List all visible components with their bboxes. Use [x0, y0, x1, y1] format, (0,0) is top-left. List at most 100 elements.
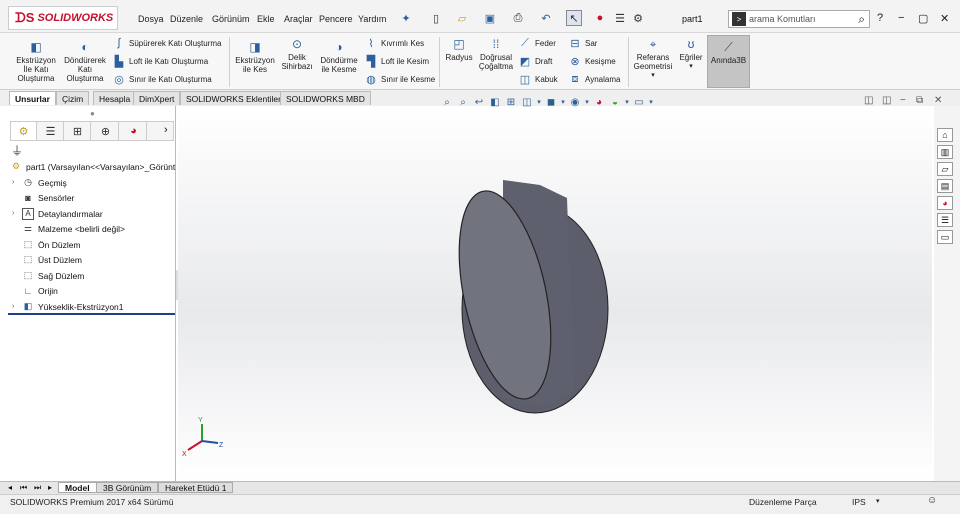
view-palette-icon[interactable]: ▤ [937, 179, 953, 193]
dropdown-arrow-icon[interactable]: ▾ [536, 95, 542, 109]
minimize-icon[interactable]: − [898, 12, 904, 24]
search-input[interactable]: arama Komutları [749, 14, 858, 24]
select-icon[interactable]: ↖ [566, 10, 582, 26]
expand-arrow-icon[interactable]: › [12, 210, 22, 217]
tab-addins[interactable]: SOLIDWORKS Eklentileri [180, 91, 289, 105]
tile-right-icon[interactable]: ◫ [882, 95, 891, 106]
file-explorer-icon[interactable]: ▱ [937, 162, 953, 176]
tree-item-top-plane[interactable]: ⬚ Üst Düzlem [12, 252, 82, 267]
dropdown-arrow-icon[interactable]: ▾ [584, 95, 590, 109]
file-properties-icon[interactable]: ☰ [612, 10, 628, 26]
previous-view-icon[interactable]: ↩ [472, 95, 486, 109]
display-manager-tab-icon[interactable]: ◕ [121, 122, 147, 140]
mirror-button[interactable]: ⧈ Aynalama [568, 71, 621, 87]
apply-scene-icon[interactable]: ◒ [608, 95, 622, 109]
extrude-cut-button[interactable]: ◨ Ekstrüzyon ile Kes [234, 40, 276, 75]
scroll-left-icon[interactable]: ◂ [8, 483, 12, 492]
menu-file[interactable]: Dosya [138, 14, 164, 24]
property-manager-tab-icon[interactable]: ☰ [38, 122, 64, 140]
options-icon[interactable]: ⚙ [630, 10, 646, 26]
menu-window[interactable]: Pencere [319, 14, 353, 24]
section-view-icon[interactable]: ◧ [488, 95, 502, 109]
configuration-manager-tab-icon[interactable]: ⊞ [65, 122, 91, 140]
revolve-boss-button[interactable]: ◐ Döndürerek Katı Oluşturma [62, 40, 108, 84]
intersect-button[interactable]: ⊗ Kesişme [568, 53, 615, 69]
menu-tools[interactable]: Araçlar [284, 14, 313, 24]
panel-expand-icon[interactable]: › [164, 124, 168, 136]
save-icon[interactable]: ▣ [482, 10, 498, 26]
command-search[interactable]: > arama Komutları ⌕ [728, 10, 870, 28]
scroll-right-icon[interactable]: ▸ [48, 483, 52, 492]
search-icon[interactable]: ⌕ [858, 12, 865, 27]
design-library-icon[interactable]: ▥ [937, 145, 953, 159]
tree-item-annotations[interactable]: › A Detaylandırmalar [12, 206, 103, 221]
hole-wizard-button[interactable]: ⊙ Delik Sihirbazı [278, 37, 316, 72]
wrap-button[interactable]: ⊟ Sar [568, 35, 597, 51]
scroll-last-icon[interactable]: ⏭ [34, 483, 41, 493]
tree-item-front-plane[interactable]: ⬚ Ön Düzlem [12, 237, 81, 252]
print-icon[interactable]: ⎙ [510, 10, 526, 26]
tree-item-material[interactable]: ⚌ Malzeme <belirli değil> [12, 221, 125, 236]
boundary-cut-button[interactable]: ◍ Sınır ile Kesme [364, 71, 435, 87]
units-dropdown-icon[interactable]: ▾ [876, 497, 880, 505]
expand-arrow-icon[interactable]: › [12, 179, 22, 186]
tile-left-icon[interactable]: ◫ [864, 95, 873, 106]
dropdown-arrow-icon[interactable]: ▾ [648, 95, 654, 109]
rebuild-icon[interactable]: ● [592, 10, 608, 26]
home-icon[interactable]: ⌂ [937, 128, 953, 142]
tree-item-origin[interactable]: ∟ Orijin [12, 283, 58, 298]
view-settings-icon[interactable]: ▭ [632, 95, 646, 109]
viewport-restore-icon[interactable]: ⧉ [916, 95, 923, 106]
zoom-to-area-icon[interactable]: ⌕ [456, 95, 470, 109]
reference-geometry-button[interactable]: ⌖ Referans Geometrisi ▾ [631, 37, 675, 80]
undo-icon[interactable]: ↶ [538, 10, 554, 26]
tree-item-sensors[interactable]: ◙ Sensörler [12, 190, 74, 205]
close-icon[interactable]: ✕ [940, 12, 949, 25]
view-orientation-icon[interactable]: ◫ [520, 95, 534, 109]
appearances-icon[interactable]: ◕ [937, 196, 953, 210]
status-units[interactable]: IPS [852, 497, 866, 507]
menu-view[interactable]: Görünüm [212, 14, 250, 24]
solidworks-logo[interactable]: ᗪS SOLIDWORKS [8, 6, 118, 30]
menu-edit[interactable]: Düzenle [170, 14, 203, 24]
tab-dimxpert[interactable]: DimXpert [133, 91, 181, 105]
tab-features[interactable]: Unsurlar [9, 91, 56, 105]
tab-sketch[interactable]: Çizim [56, 91, 90, 105]
linear-pattern-button[interactable]: ⁞⁞ Doğrusal Çoğaltma [477, 37, 515, 72]
tab-3d-views[interactable]: 3B Görünüm [96, 482, 159, 493]
dropdown-arrow-icon[interactable]: ▾ [624, 95, 630, 109]
tree-item-history[interactable]: › ◷ Geçmiş [12, 175, 67, 190]
shell-button[interactable]: ◫ Kabuk [518, 71, 558, 87]
dropdown-arrow-icon[interactable]: ▾ [560, 95, 566, 109]
menu-help[interactable]: Yardım [358, 14, 386, 24]
swept-boss-button[interactable]: ∫ Süpürerek Katı Oluşturma [112, 35, 221, 51]
tab-model[interactable]: Model [58, 482, 97, 493]
loft-cut-button[interactable]: ▜ Loft ile Kesim [364, 53, 429, 69]
rib-button[interactable]: ⟋ Feder [518, 35, 556, 51]
swept-cut-button[interactable]: ⌇ Kıvrımlı Kes [364, 35, 424, 51]
feature-tree-tab-icon[interactable]: ⚙ [11, 122, 37, 140]
help-icon[interactable]: ? [877, 12, 883, 24]
curves-button[interactable]: ʊ Eğriler ▾ [677, 37, 705, 71]
rebuild-status-icon[interactable]: ☺ [927, 495, 937, 506]
rollback-bar[interactable] [8, 313, 175, 315]
forum-icon[interactable]: ▭ [937, 230, 953, 244]
open-icon[interactable]: ▱ [454, 10, 470, 26]
draft-button[interactable]: ◩ Draft [518, 53, 553, 69]
tree-root[interactable]: ⚙ part1 (Varsayılan<<Varsayılan>_Görünt [10, 159, 175, 174]
panel-grip-icon[interactable]: ● [90, 109, 95, 118]
edit-appearance-icon[interactable]: ◕ [592, 95, 606, 109]
cylinder-part[interactable] [443, 180, 609, 414]
tab-motion-study[interactable]: Hareket Etüdü 1 [158, 482, 234, 493]
hide-show-items-icon[interactable]: ◉ [568, 95, 582, 109]
revolve-cut-button[interactable]: ◑ Döndürme ile Kesme [318, 40, 360, 75]
dimxpert-manager-tab-icon[interactable]: ⊕ [93, 122, 119, 140]
pin-icon[interactable]: ✦ [398, 10, 414, 26]
zoom-to-fit-icon[interactable]: ⌕ [440, 95, 454, 109]
tree-item-boss-extrude[interactable]: › ◧ Yükseklik-Ekstrüzyon1 [12, 299, 124, 314]
extrude-boss-button[interactable]: ◧ Ekstrüzyon İle Katı Oluşturma [14, 40, 58, 84]
loft-boss-button[interactable]: ▙ Loft ile Katı Oluşturma [112, 53, 208, 69]
tab-evaluate[interactable]: Hesapla [93, 91, 137, 105]
scroll-first-icon[interactable]: ⏮ [20, 483, 27, 493]
filter-icon[interactable]: ⏚ [11, 142, 23, 159]
